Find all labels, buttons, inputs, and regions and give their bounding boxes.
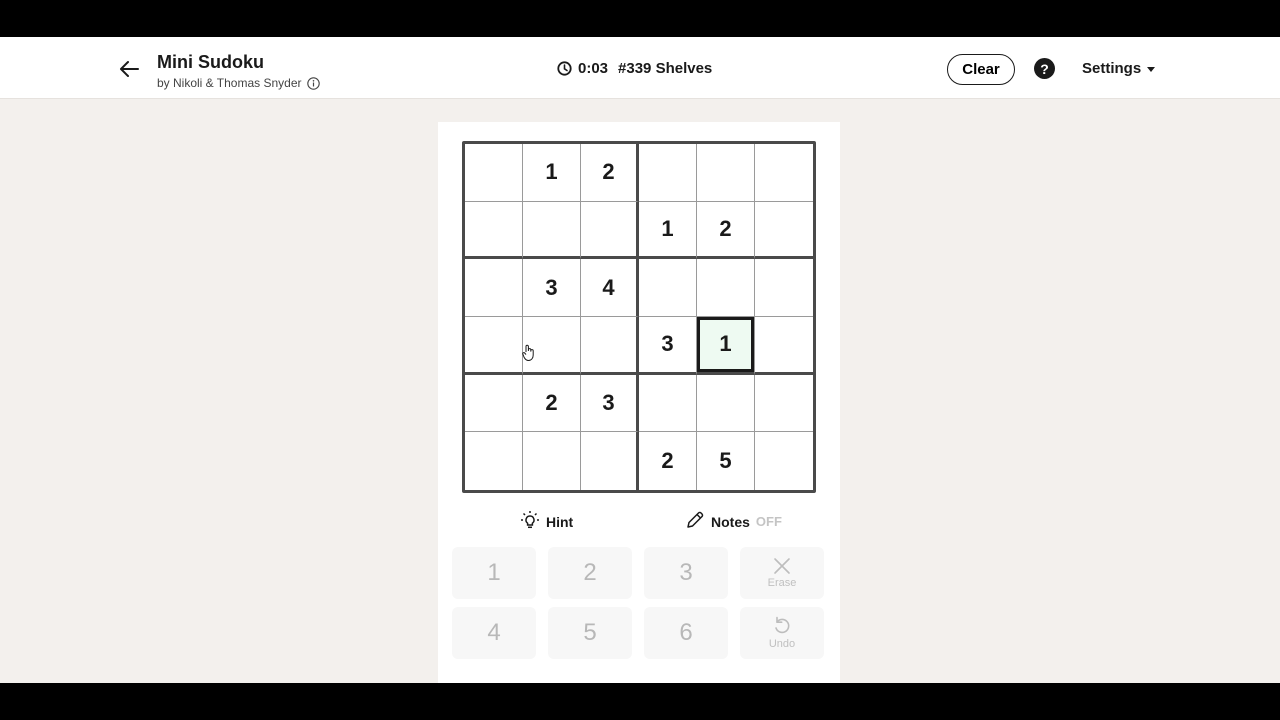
board-cell-r6c6[interactable] (755, 432, 813, 490)
board-cell-r5c1[interactable] (465, 374, 523, 433)
back-arrow-icon[interactable] (116, 55, 144, 83)
notes-label: Notes (711, 513, 750, 530)
undo-button[interactable]: Undo (740, 607, 824, 659)
app-window: Mini Sudoku by Nikoli & Thomas Snyder 0:… (0, 37, 1280, 683)
timer-and-puzzle: 0:03 #339 Shelves (557, 60, 712, 77)
board-cell-r1c2[interactable]: 1 (523, 144, 581, 202)
board-cell-r3c6[interactable] (755, 259, 813, 317)
board-cell-r1c5[interactable] (697, 144, 755, 202)
puzzle-label: #339 Shelves (618, 60, 713, 77)
board-cell-r4c3[interactable] (581, 317, 639, 375)
settings-label: Settings (1082, 60, 1142, 77)
key-4[interactable]: 4 (452, 607, 536, 659)
board-cell-r5c4[interactable] (639, 374, 697, 433)
number-keypad: 1 2 3 Erase 4 5 6 Undo (452, 547, 826, 659)
clear-button[interactable]: Clear (947, 54, 1015, 85)
settings-dropdown[interactable]: Settings (1082, 60, 1156, 77)
board-cell-r2c3[interactable] (581, 201, 639, 260)
board-cell-r3c3[interactable]: 4 (581, 259, 639, 317)
pencil-icon (685, 510, 705, 533)
erase-button[interactable]: Erase (740, 547, 824, 599)
clock-icon (557, 61, 572, 76)
board-cell-r5c3[interactable]: 3 (581, 374, 639, 433)
tools-row: Hint Notes OFF (438, 510, 840, 534)
board-cell-r4c5[interactable]: 1 (697, 317, 755, 375)
lightbulb-icon (520, 510, 540, 533)
erase-label: Erase (767, 577, 797, 589)
board-cell-r6c1[interactable] (465, 432, 523, 490)
sudoku-board: 121234312325 (462, 141, 816, 493)
board-cell-r6c3[interactable] (581, 432, 639, 490)
key-2[interactable]: 2 (548, 547, 632, 599)
board-cell-r5c5[interactable] (697, 374, 755, 433)
board-cell-r6c2[interactable] (523, 432, 581, 490)
board-cell-r2c4[interactable]: 1 (639, 201, 697, 260)
game-panel: 121234312325 Hint Notes OFF 1 2 3 Erase … (438, 122, 840, 683)
board-cell-r2c2[interactable] (523, 201, 581, 260)
board-cell-r1c3[interactable]: 2 (581, 144, 639, 202)
hint-label: Hint (546, 513, 574, 530)
board-cell-r2c6[interactable] (755, 202, 813, 260)
byline-text: by Nikoli & Thomas Snyder (157, 76, 302, 90)
bottom-letterbox (0, 683, 1280, 720)
help-icon[interactable]: ? (1034, 58, 1055, 79)
notes-toggle[interactable]: Notes OFF (685, 510, 782, 533)
board-cell-r1c6[interactable] (755, 144, 813, 202)
board-cell-r2c5[interactable]: 2 (697, 201, 755, 260)
notes-state: OFF (755, 514, 782, 529)
board-cell-r6c5[interactable]: 5 (697, 432, 755, 490)
board-cell-r3c4[interactable] (639, 259, 697, 317)
board-cell-r1c4[interactable] (639, 144, 697, 202)
top-letterbox (0, 0, 1280, 37)
timer-value: 0:03 (578, 60, 609, 77)
board-cell-r4c1[interactable] (465, 317, 523, 375)
board-cell-r4c6[interactable] (755, 317, 813, 375)
board-cell-r3c5[interactable] (697, 259, 755, 317)
caret-down-icon (1147, 67, 1156, 72)
board-cell-r3c2[interactable]: 3 (523, 259, 581, 317)
key-5[interactable]: 5 (548, 607, 632, 659)
board-cell-r6c4[interactable]: 2 (639, 432, 697, 490)
undo-label: Undo (768, 638, 796, 650)
info-icon[interactable] (306, 76, 320, 90)
key-6[interactable]: 6 (644, 607, 728, 659)
close-x-icon (773, 557, 791, 575)
key-1[interactable]: 1 (452, 547, 536, 599)
hint-button[interactable]: Hint (520, 510, 573, 533)
game-title: Mini Sudoku (157, 52, 264, 72)
undo-icon (772, 616, 792, 636)
board-cell-r4c2[interactable] (523, 317, 581, 375)
game-byline: by Nikoli & Thomas Snyder (157, 76, 320, 90)
board-cell-r2c1[interactable] (465, 201, 523, 260)
key-3[interactable]: 3 (644, 547, 728, 599)
board-cell-r1c1[interactable] (465, 144, 523, 202)
board-cell-r5c2[interactable]: 2 (523, 374, 581, 433)
header-bar: Mini Sudoku by Nikoli & Thomas Snyder 0:… (0, 37, 1280, 99)
board-cell-r4c4[interactable]: 3 (639, 317, 697, 375)
board-cell-r5c6[interactable] (755, 375, 813, 433)
board-cell-r3c1[interactable] (465, 259, 523, 317)
